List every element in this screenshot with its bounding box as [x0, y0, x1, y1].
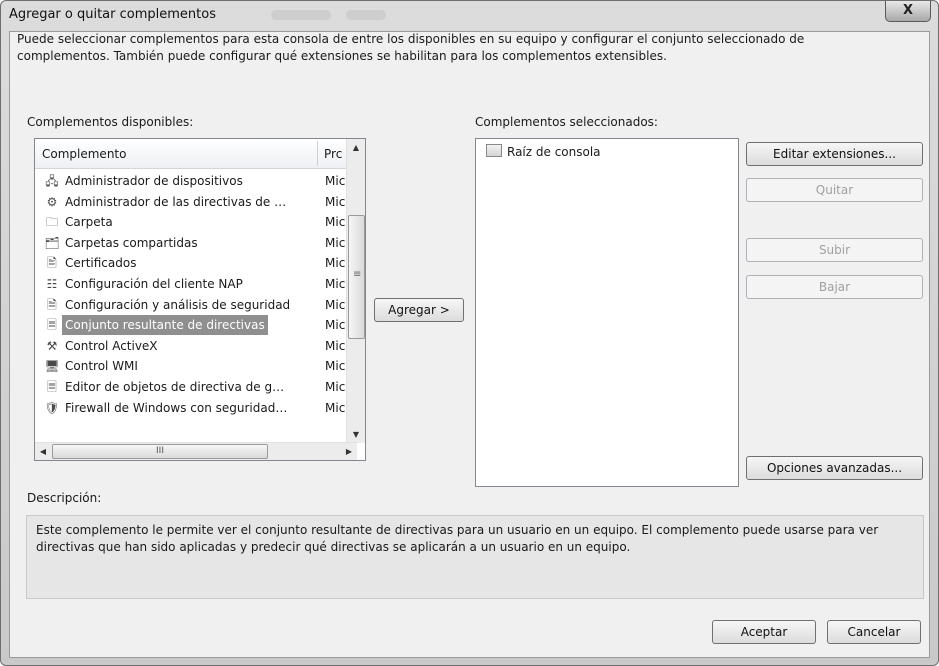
shared-folders-icon: 🗂: [44, 235, 60, 250]
certificates-icon: 🖹: [47, 256, 57, 271]
move-down-button[interactable]: Bajar: [746, 275, 923, 299]
cancel-button[interactable]: Cancelar: [827, 620, 921, 644]
list-item-label: Administrador de dispositivos: [65, 174, 243, 188]
nap-client-icon: ☷: [46, 276, 58, 291]
selected-snapins-label: Complementos seleccionados:: [475, 115, 658, 129]
list-item[interactable]: Raíz de consola: [486, 144, 601, 159]
list-item-label: Carpeta: [65, 215, 113, 230]
policy-document-icon: 🗏: [47, 318, 57, 333]
list-item[interactable]: 🗏 Conjunto resultante de directivas Mic: [35, 315, 355, 336]
remove-button[interactable]: Quitar: [746, 178, 923, 202]
list-item-label: Conjunto resultante de directivas: [62, 315, 268, 336]
list-column-header: Complemento Prc: [35, 139, 355, 169]
horizontal-scroll-thumb[interactable]: III: [52, 444, 268, 459]
wmi-control-icon: 🖥: [44, 359, 60, 374]
list-item[interactable]: ⚙ Administrador de las directivas de … Mic: [35, 192, 355, 213]
list-item-label: Configuración y análisis de seguridad: [65, 297, 291, 312]
policy-editor-icon: 🗏: [47, 379, 57, 394]
list-item[interactable]: 🗏 Editor de objetos de directiva de g… Mic: [35, 377, 355, 398]
scroll-grip-icon: ≡: [353, 269, 362, 280]
list-item-label: Administrador de las directivas de …: [65, 194, 287, 209]
description-label: Descripción:: [27, 491, 102, 505]
window-title: Agregar o quitar complementos: [9, 7, 216, 22]
edit-extensions-button[interactable]: Editar extensiones...: [746, 142, 923, 166]
policy-manager-icon: ⚙: [46, 194, 58, 209]
list-item[interactable]: 🛡 Firewall de Windows con seguridad… Mic: [35, 398, 355, 419]
list-item[interactable]: ☷ Configuración del cliente NAP Mic: [35, 274, 355, 295]
scroll-left-arrow-icon[interactable]: ◀: [35, 443, 51, 460]
vertical-scroll-thumb[interactable]: ≡: [348, 215, 365, 339]
description-text: Este complemento le permite ver el conju…: [36, 523, 879, 554]
list-item-label: Raíz de consola: [507, 145, 601, 159]
list-item[interactable]: 🖹 Certificados Mic: [35, 253, 355, 274]
snapin-rows: 🖧 Administrador de dispositivos Mic ⚙ Admini…: [35, 171, 355, 418]
list-item-label: Control ActiveX: [65, 338, 158, 353]
available-snapins-list[interactable]: Complemento Prc 🖧 Administrador de dispos…: [34, 138, 366, 461]
title-bar-reflection: [346, 10, 386, 20]
list-item[interactable]: 🗂 Carpetas compartidas Mic: [35, 233, 355, 254]
add-button[interactable]: Agregar >: [374, 298, 464, 322]
column-header-snapin[interactable]: Complemento: [42, 147, 126, 161]
list-item[interactable]: 🗎 Configuración y análisis de seguridad Mi…: [35, 295, 355, 316]
scroll-down-arrow-icon[interactable]: ▼: [347, 426, 365, 443]
list-item-label: Configuración del cliente NAP: [65, 276, 243, 291]
vertical-scrollbar[interactable]: ▲ ≡ ▼: [346, 139, 365, 443]
list-item-label: Editor de objetos de directiva de g…: [65, 379, 285, 394]
firewall-icon: 🛡: [44, 400, 60, 415]
device-manager-icon: 🖧: [45, 174, 59, 188]
list-item[interactable]: ⚒ Control ActiveX Mic: [35, 336, 355, 357]
intro-text: Puede seleccionar complementos para esta…: [17, 32, 805, 63]
scroll-up-arrow-icon[interactable]: ▲: [347, 139, 365, 156]
list-item[interactable]: 🖧 Administrador de dispositivos Mic: [35, 171, 355, 192]
title-bar[interactable]: Agregar o quitar complementos X: [1, 1, 938, 31]
scroll-right-arrow-icon[interactable]: ▶: [341, 443, 357, 460]
column-header-provider[interactable]: Prc: [324, 147, 342, 161]
activex-control-icon: ⚒: [46, 338, 58, 353]
list-item[interactable]: 🖥 Control WMI Mic: [35, 356, 355, 377]
title-bar-reflection: [271, 10, 331, 20]
folder-icon: 🗀: [45, 215, 58, 230]
list-item-label: Carpetas compartidas: [65, 235, 198, 250]
add-remove-snapins-dialog: Agregar o quitar complementos X Puede se…: [0, 0, 939, 666]
security-analysis-icon: 🗎: [47, 297, 57, 312]
horizontal-scrollbar[interactable]: ◀ III ▶: [35, 442, 357, 460]
available-snapins-label: Complementos disponibles:: [27, 115, 194, 129]
selected-snapins-list[interactable]: Raíz de consola: [475, 138, 739, 487]
list-item[interactable]: 🗀 Carpeta Mic: [35, 212, 355, 233]
description-box: Este complemento le permite ver el conju…: [26, 515, 924, 599]
list-item-label: Firewall de Windows con seguridad…: [65, 400, 288, 415]
list-item-label: Certificados: [65, 256, 137, 271]
list-item-label: Control WMI: [65, 359, 138, 374]
advanced-options-button[interactable]: Opciones avanzadas...: [746, 456, 923, 480]
close-button[interactable]: X: [885, 1, 931, 22]
move-up-button[interactable]: Subir: [746, 238, 923, 262]
column-divider[interactable]: [317, 141, 318, 166]
ok-button[interactable]: Aceptar: [712, 620, 816, 644]
console-root-icon: [486, 144, 502, 157]
